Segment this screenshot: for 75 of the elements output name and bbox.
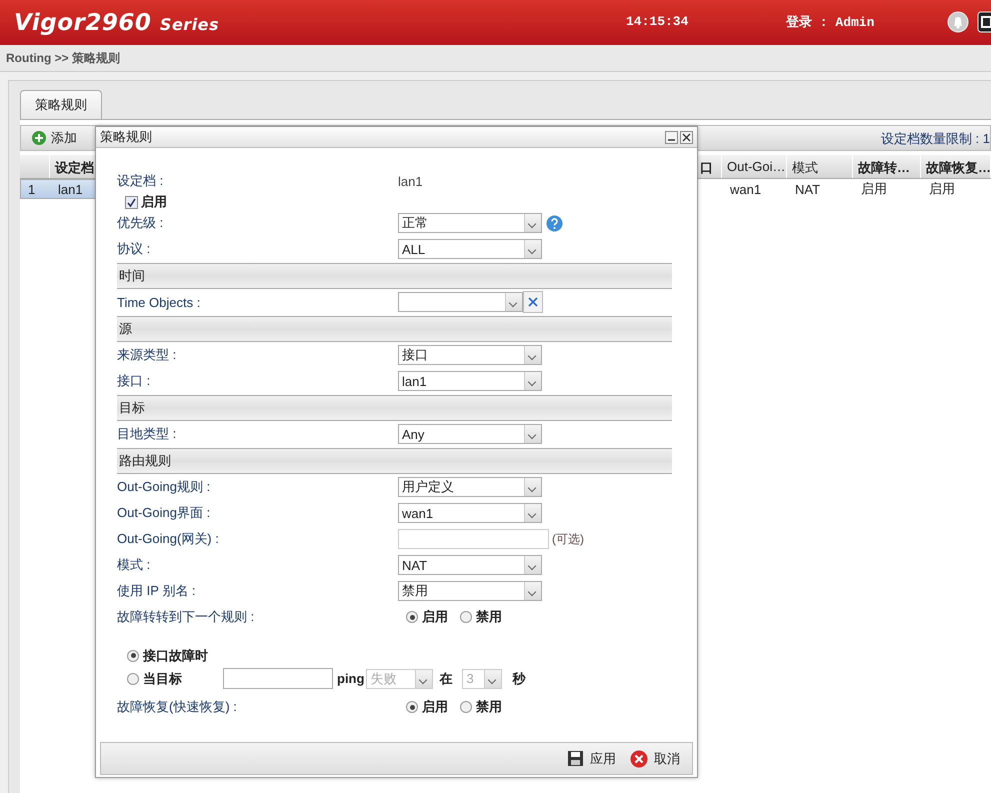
field-label: 协议 : <box>117 240 152 258</box>
field-label: 优先级 : <box>117 214 164 232</box>
column-header[interactable]: 故障转… <box>853 155 921 178</box>
column-header[interactable]: 模式 <box>787 155 853 178</box>
dialog-title: 策略规则 <box>100 128 152 146</box>
select-field[interactable]: wan1 <box>398 503 542 523</box>
clear-icon[interactable] <box>523 291 543 313</box>
field-label: Time Objects : <box>117 294 202 310</box>
field-label: 接口 : <box>117 372 152 390</box>
table-cell: lan1 <box>58 182 83 196</box>
gateway-input-field[interactable] <box>398 529 549 549</box>
table-cell: 启用 <box>861 181 887 196</box>
radio-button[interactable] <box>460 701 472 713</box>
table-cell: 1 <box>28 182 36 196</box>
tab[interactable]: 策略规则 <box>20 90 102 119</box>
field-label: 模式 : <box>117 556 152 574</box>
field-label: Out-Going界面 : <box>117 504 212 522</box>
save-icon <box>567 750 584 767</box>
checkbox[interactable] <box>125 196 138 208</box>
radio-label: 当目标 <box>143 670 183 688</box>
cancel-icon <box>630 750 648 768</box>
select-field[interactable]: 禁用 <box>398 581 542 601</box>
close-icon[interactable] <box>680 130 693 144</box>
select-field[interactable] <box>398 292 523 312</box>
section-header: 时间 <box>117 263 672 289</box>
column-header[interactable]: 故障恢复… <box>921 155 991 178</box>
optional-note: (可选) <box>552 530 584 548</box>
section-header: 目标 <box>117 395 672 421</box>
field-label: 目地类型 : <box>117 425 178 443</box>
radio-label: 启用 <box>422 698 448 716</box>
add-icon <box>31 130 47 146</box>
field-label: 故障恢复(快速恢复) : <box>117 698 238 716</box>
logout-icon[interactable] <box>977 11 991 33</box>
login-text: 登录 : Admin <box>786 14 874 31</box>
checkbox-label: 启用 <box>141 193 167 211</box>
bell-icon[interactable] <box>947 11 969 33</box>
minimize-icon[interactable] <box>665 130 678 144</box>
section-header: 源 <box>117 316 672 342</box>
dialog-button[interactable]: 取消 <box>626 750 684 768</box>
dialog-button[interactable]: 应用 <box>563 750 620 768</box>
field-label: 使用 IP 别名 : <box>117 582 196 600</box>
field-value: lan1 <box>398 174 423 188</box>
select-field[interactable]: 用户定义 <box>398 477 542 497</box>
toolbar-button[interactable]: 添加 <box>27 129 81 147</box>
table-cell: 启用 <box>929 181 955 196</box>
select-field[interactable]: Any <box>398 424 542 444</box>
select-field[interactable]: ALL <box>398 239 542 259</box>
radio-label: 禁用 <box>476 698 502 716</box>
radio-button[interactable] <box>460 611 472 623</box>
field-label: 故障转转到下一个规则 : <box>117 608 256 626</box>
clock-text: 14:15:34 <box>626 14 688 29</box>
radio-label: 启用 <box>422 608 448 626</box>
profile-limit-text: 设定档数量限制 : 1 <box>880 130 990 148</box>
radio-button[interactable] <box>406 701 418 713</box>
within-label: 在 <box>439 670 452 688</box>
select-field[interactable]: 正常 <box>398 213 542 233</box>
field-label: Out-Going规则 : <box>117 478 212 496</box>
help-icon[interactable] <box>546 214 563 232</box>
field-label: 来源类型 : <box>117 346 178 364</box>
select-field[interactable]: lan1 <box>398 371 542 391</box>
table-cell: NAT <box>795 182 820 196</box>
select-field[interactable]: 接口 <box>398 345 542 365</box>
ping-label: ping <box>337 671 364 686</box>
radio-label: 接口故障时 <box>143 646 208 664</box>
field-label: 设定档 : <box>117 172 164 190</box>
radio-label: 禁用 <box>476 608 502 626</box>
table-cell: wan1 <box>730 182 762 196</box>
select-field[interactable]: NAT <box>398 555 542 575</box>
unit-label: 秒 <box>512 670 526 688</box>
field-label: Out-Going(网关) : <box>117 530 220 548</box>
column-header[interactable]: Out-Goi… <box>722 155 787 178</box>
logo-text: Vigor2960 Series <box>14 10 220 36</box>
radio-button[interactable] <box>406 611 418 623</box>
section-header: 路由规则 <box>117 448 672 474</box>
breadcrumb: Routing >> 策略规则 <box>6 50 120 66</box>
